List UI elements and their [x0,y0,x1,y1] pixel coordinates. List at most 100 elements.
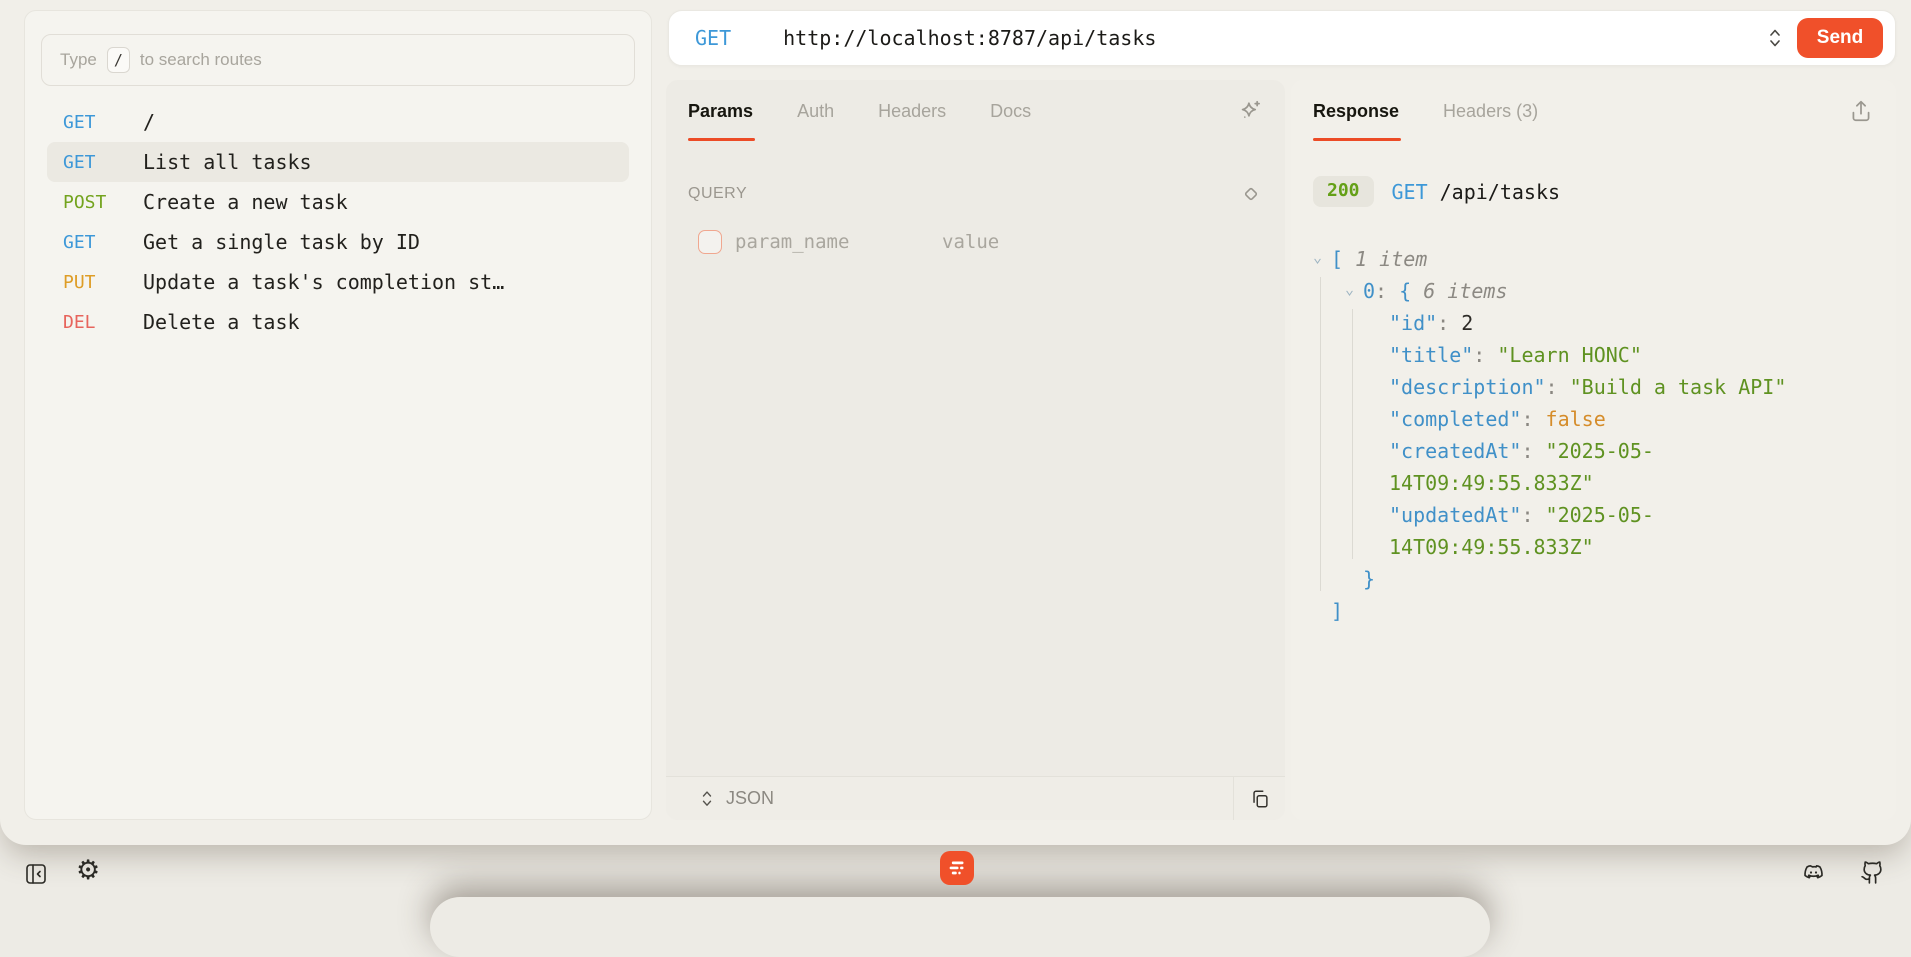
json-token: 1 item [1343,247,1427,271]
json-tree-line: ⌄[ 1 item [1313,243,1884,275]
route-item-get-get-a-single-task-by-id[interactable]: GETGet a single task by ID [47,222,629,262]
slash-key-hint: / [107,47,130,73]
request-bar: GET Send [668,10,1896,66]
json-token: : [1437,311,1461,335]
app-canvas: Type / to search routes GET/GETList all … [0,0,1911,901]
route-item-put-update-a-task-s-completion-st[interactable]: PUTUpdate a task's completion st… [47,262,629,302]
route-item-post-create-a-new-task[interactable]: POSTCreate a new task [47,182,629,222]
response-path-label: /api/tasks [1440,180,1560,204]
url-input[interactable] [783,11,1767,65]
param-value-input[interactable] [942,231,1263,253]
discord-icon[interactable] [1801,860,1826,885]
json-tree-line: "id": 2 [1313,307,1884,339]
clear-params-icon[interactable] [1239,182,1263,206]
tab-headers[interactable]: Headers [878,101,946,122]
share-icon[interactable] [1848,98,1874,124]
route-item-get[interactable]: GET/ [47,102,629,142]
github-icon[interactable] [1860,860,1885,885]
ai-sparkle-icon[interactable] [1237,98,1263,124]
json-token: : [1473,343,1497,367]
json-token: : [1546,375,1570,399]
history-stepper-icon[interactable] [1767,27,1783,49]
method-badge: GET [63,152,143,173]
route-label: Create a new task [143,190,348,214]
json-token: 0 [1363,279,1375,303]
json-token: "id" [1389,311,1437,335]
json-tree-line: } [1313,563,1884,595]
brand-logo-icon [944,855,970,881]
route-label: / [143,110,155,134]
method-badge: DEL [63,312,143,333]
settings-gear-icon[interactable]: ⚙ [76,858,102,884]
body-format-bar: JSON [666,776,1285,820]
json-token: "createdAt" [1389,439,1521,463]
chevron-down-icon[interactable]: ⌄ [1313,241,1322,273]
tab-response[interactable]: Response [1313,101,1399,122]
query-section-title: QUERY [688,185,747,203]
json-token: 14T09:49:55.833Z" [1389,535,1594,559]
json-tree-line: ⌄0: { 6 items [1313,275,1884,307]
param-name-input[interactable] [735,231,942,253]
json-tree-line: "description": "Build a task API" [1313,371,1884,403]
json-token: : [1521,439,1545,463]
response-panel-tabs: Response Headers (3) [1291,80,1896,142]
body-format-label: JSON [726,788,774,809]
status-code-badge: 200 [1313,176,1374,207]
route-label: Delete a task [143,310,300,334]
collapse-sidebar-icon[interactable] [24,862,48,886]
json-tree-line: 14T09:49:55.833Z" [1313,531,1884,563]
route-item-del-delete-a-task[interactable]: DELDelete a task [47,302,629,342]
method-badge: PUT [63,272,143,293]
request-params-panel: Params Auth Headers Docs QUERY [666,80,1285,820]
response-method-label: GET [1392,180,1428,204]
json-token: "updatedAt" [1389,503,1521,527]
tab-docs[interactable]: Docs [990,101,1031,122]
bottom-toolbar: ⚙ [0,845,1911,901]
json-tree-line: "updatedAt": "2025-05- [1313,499,1884,531]
json-token: "title" [1389,343,1473,367]
json-token: "2025-05- [1546,503,1654,527]
json-tree-line: "title": "Learn HONC" [1313,339,1884,371]
copy-icon [1249,788,1271,810]
route-search-input[interactable]: Type / to search routes [41,34,635,86]
method-badge: POST [63,192,143,213]
search-placeholder-prefix: Type [60,50,97,70]
route-item-get-list-all-tasks[interactable]: GETList all tasks [47,142,629,182]
tab-auth[interactable]: Auth [797,101,834,122]
tab-params[interactable]: Params [688,101,753,122]
format-stepper-icon [700,789,714,809]
request-method-select[interactable]: GET [695,26,731,50]
route-label: Update a task's completion st… [143,270,504,294]
json-token: false [1546,407,1606,431]
send-button[interactable]: Send [1797,18,1883,58]
method-badge: GET [63,112,143,133]
method-badge: GET [63,232,143,253]
route-label: Get a single task by ID [143,230,420,254]
json-token: : [1521,407,1545,431]
json-token: ] [1331,599,1343,623]
chevron-down-icon[interactable]: ⌄ [1345,273,1354,305]
json-tree: ⌄[ 1 item⌄0: { 6 items"id": 2"title": "L… [1313,243,1884,627]
param-enabled-checkbox[interactable] [698,230,722,254]
json-token: 6 items [1411,279,1507,303]
json-token: } [1363,567,1375,591]
bottom-drawer-shadow [430,897,1490,957]
route-list: GET/GETList all tasksPOSTCreate a new ta… [41,102,635,342]
response-status-row: 200 GET /api/tasks [1291,176,1896,207]
request-panel-tabs: Params Auth Headers Docs [666,80,1285,142]
search-placeholder-suffix: to search routes [140,50,262,70]
tab-headers-3[interactable]: Headers (3) [1443,101,1538,122]
json-token: "Learn HONC" [1497,343,1642,367]
json-tree-line: ] [1313,595,1884,627]
json-tree-line: 14T09:49:55.833Z" [1313,467,1884,499]
brand-logo-button[interactable] [940,851,974,885]
body-format-select[interactable]: JSON [666,777,1233,820]
json-tree-line: "completed": false [1313,403,1884,435]
copy-body-button[interactable] [1233,777,1285,820]
json-token: { [1399,279,1411,303]
routes-sidebar: Type / to search routes GET/GETList all … [24,10,652,820]
json-token: : [1521,503,1545,527]
route-label: List all tasks [143,150,312,174]
response-panel: Response Headers (3) 200 GET /api/tasks ⌄… [1291,80,1896,820]
json-token: "Build a task API" [1570,375,1787,399]
